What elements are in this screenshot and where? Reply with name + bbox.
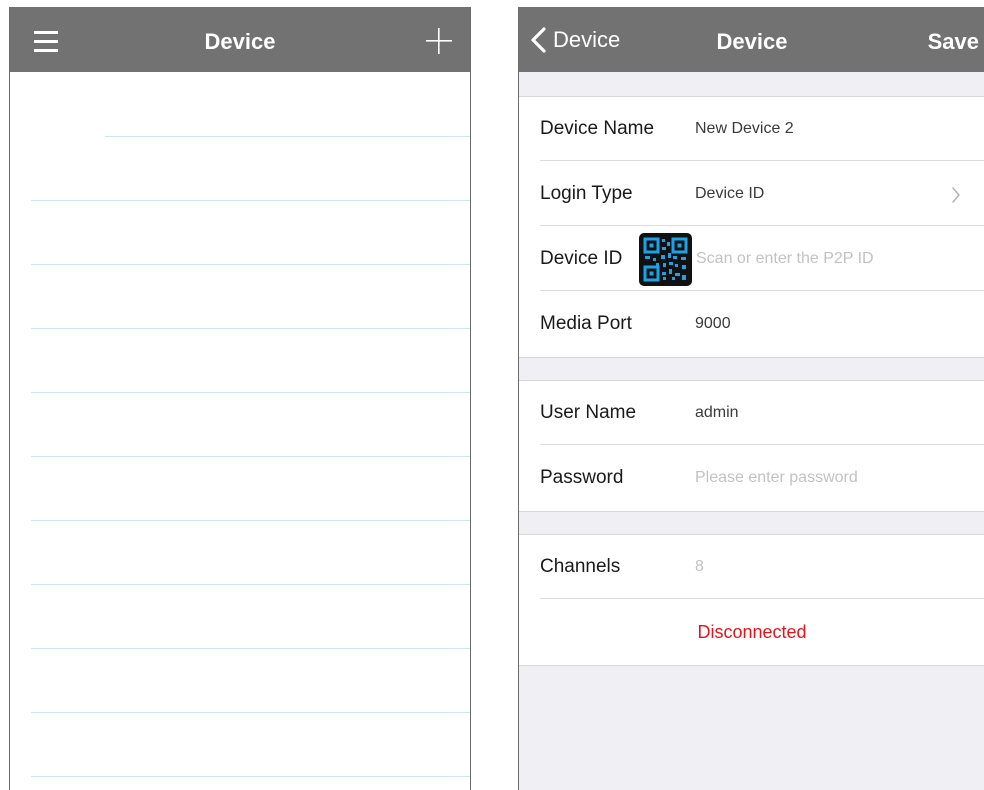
user-name-field[interactable]: admin: [695, 381, 739, 445]
chevron-left-icon: [531, 26, 546, 53]
row-divider: [540, 225, 984, 226]
list-separator: [31, 712, 470, 713]
device-name-field[interactable]: New Device 2: [695, 97, 794, 161]
row-divider: [540, 290, 984, 291]
password-row[interactable]: Password Please enter password: [519, 446, 984, 510]
channels-label: Channels: [540, 556, 621, 577]
password-field[interactable]: Please enter password: [695, 446, 858, 510]
credentials-group: User Name admin Password Please enter pa…: [519, 380, 984, 512]
qr-code-icon: [643, 237, 688, 282]
device-name-row[interactable]: Device Name New Device 2: [519, 97, 984, 161]
page-title: Device: [204, 29, 276, 54]
user-name-row[interactable]: User Name admin: [519, 381, 984, 445]
device-list-screen: Device: [9, 7, 471, 790]
device-form-screen: Device Device Save Device Name New Devic…: [518, 7, 984, 790]
list-separator: [105, 136, 470, 137]
login-type-row[interactable]: Login Type Device ID: [519, 162, 984, 226]
list-separator: [31, 520, 470, 521]
left-navbar: Device: [10, 7, 470, 72]
device-info-group: Device Name New Device 2 Login Type Devi…: [519, 96, 984, 358]
list-separator: [31, 328, 470, 329]
status-group: Channels 8 Disconnected: [519, 534, 984, 666]
connection-status-row: Disconnected: [519, 600, 984, 664]
device-id-row: Device ID Scan or enter the P2P ID: [519, 227, 984, 291]
list-separator: [31, 200, 470, 201]
chevron-right-icon: [952, 187, 960, 203]
media-port-label: Media Port: [540, 313, 632, 334]
list-separator: [31, 584, 470, 585]
hamburger-menu-icon[interactable]: [28, 29, 66, 57]
list-separator: [31, 264, 470, 265]
channels-value: 8: [695, 558, 704, 575]
password-label: Password: [540, 467, 624, 488]
device-id-label: Device ID: [540, 248, 623, 269]
row-divider: [540, 160, 984, 161]
media-port-row[interactable]: Media Port 9000: [519, 292, 984, 356]
row-divider: [540, 598, 984, 599]
row-divider: [540, 444, 984, 445]
right-navbar: Device Device Save: [519, 7, 984, 72]
connection-status: Disconnected: [697, 622, 807, 642]
device-id-field[interactable]: Scan or enter the P2P ID: [696, 227, 874, 291]
channels-row: Channels 8: [519, 535, 984, 599]
media-port-field[interactable]: 9000: [695, 292, 731, 356]
login-type-label: Login Type: [540, 183, 633, 204]
list-separator: [31, 392, 470, 393]
back-button[interactable]: Device: [529, 7, 620, 72]
plus-icon[interactable]: [421, 23, 457, 59]
list-separator: [31, 456, 470, 457]
login-type-value: Device ID: [695, 185, 765, 202]
user-name-label: User Name: [540, 402, 637, 423]
list-separator: [31, 648, 470, 649]
device-name-label: Device Name: [540, 118, 655, 139]
back-label: Device: [553, 26, 621, 52]
qr-scan-button[interactable]: [639, 233, 692, 286]
save-button[interactable]: Save: [928, 7, 979, 72]
list-separator: [31, 776, 470, 777]
